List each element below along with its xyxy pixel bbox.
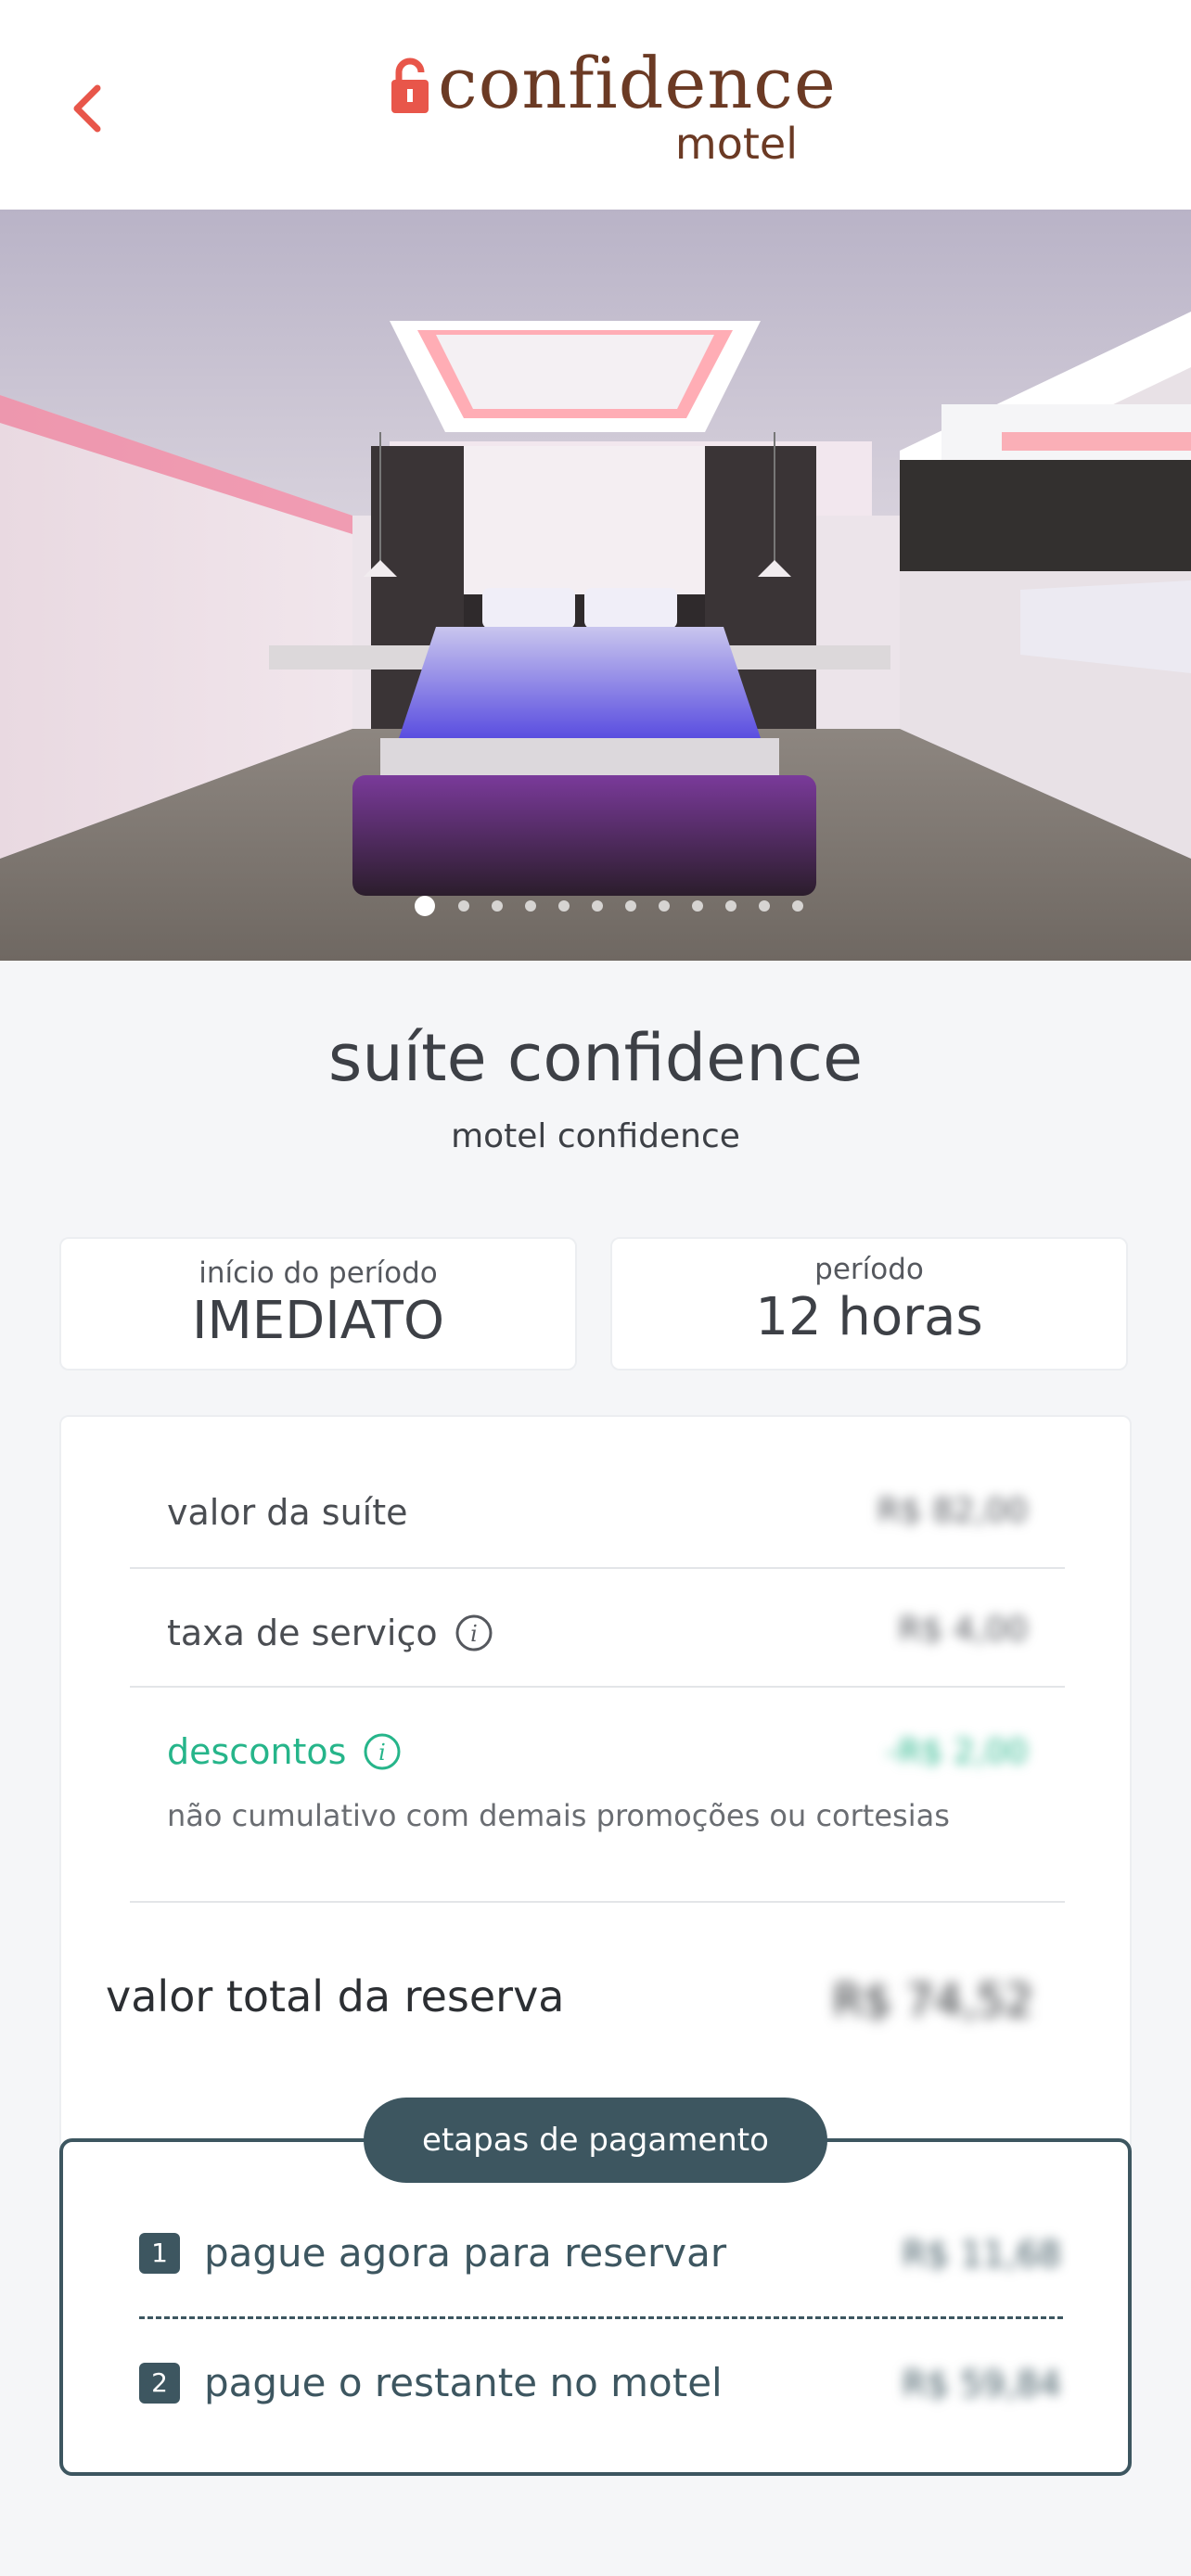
info-icon[interactable]: i — [455, 1613, 493, 1652]
payment-steps-box — [59, 2138, 1132, 2476]
back-button[interactable] — [56, 76, 121, 141]
step-1-number: 1 — [139, 2233, 180, 2274]
svg-text:i: i — [379, 1740, 387, 1766]
chevron-left-icon — [73, 84, 101, 133]
motel-name: motel confidence — [451, 1117, 740, 1155]
step-1-label: pague agora para reservar — [204, 2230, 727, 2276]
service-fee-row: taxa de serviço i R$ 4,00 — [130, 1567, 1065, 1688]
step-2-value: R$ 59,84 — [902, 2364, 1061, 2404]
period-duration-value: 12 horas — [755, 1287, 983, 1348]
discount-row: descontos i -R$ 2,00 não cumulativo com … — [130, 1686, 1065, 1903]
discount-note: não cumulativo com demais promoções ou c… — [167, 1798, 950, 1833]
service-fee-value: R$ 4,00 — [898, 1611, 1028, 1649]
total-value: R$ 74,52 — [832, 1975, 1033, 2027]
period-duration-label: período — [814, 1253, 924, 1286]
discount-label: descontos — [167, 1731, 347, 1772]
step-2-number: 2 — [139, 2363, 180, 2404]
price-summary-card: valor da suíte R$ 82,00 taxa de serviço … — [59, 1415, 1132, 2194]
suite-photo-carousel[interactable] — [0, 210, 1191, 961]
lock-icon — [391, 57, 429, 113]
suite-photo — [0, 210, 1191, 961]
logo-subtitle: motel — [674, 119, 798, 169]
step-1-value: R$ 11,68 — [902, 2234, 1061, 2275]
service-fee-label: taxa de serviço — [167, 1613, 438, 1653]
suite-price-value: R$ 82,00 — [877, 1492, 1028, 1530]
svg-text:i: i — [470, 1621, 478, 1647]
suite-title: suíte confidence — [327, 1020, 864, 1096]
discount-value: -R$ 2,00 — [886, 1733, 1028, 1771]
suite-price-row: valor da suíte R$ 82,00 — [130, 1417, 1065, 1569]
steps-divider — [139, 2316, 1063, 2319]
payment-steps-title: etapas de pagamento — [364, 2098, 827, 2183]
logo-wordmark: confidence — [438, 42, 837, 124]
step-2-label: pague o restante no motel — [204, 2360, 723, 2405]
info-icon[interactable]: i — [363, 1732, 402, 1771]
payment-step-1: 1 pague agora para reservar — [139, 2233, 726, 2274]
period-duration-box[interactable]: período 12 horas — [610, 1237, 1128, 1371]
period-start-value: IMEDIATO — [191, 1291, 445, 1352]
payment-step-2: 2 pague o restante no motel — [139, 2363, 723, 2404]
total-label: valor total da reserva — [106, 1971, 565, 2021]
suite-price-label: valor da suíte — [167, 1492, 408, 1533]
period-start-label: início do período — [198, 1256, 438, 1290]
brand-logo: confidence motel — [390, 48, 836, 174]
app-header: confidence motel — [0, 0, 1191, 210]
period-start-box[interactable]: início do período IMEDIATO — [59, 1237, 577, 1371]
